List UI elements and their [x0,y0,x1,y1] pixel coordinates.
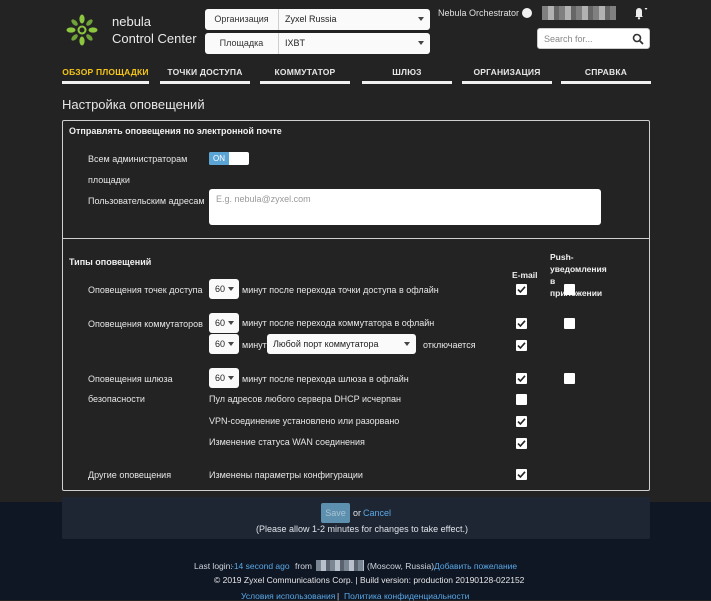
push-column-header: Push- [550,252,574,262]
wan-status-text: Изменение статуса WAN соединения [209,437,365,447]
custom-addresses-label: Пользовательским адресам [88,196,205,206]
site-select[interactable]: Площадка IXBT [205,33,430,54]
chevron-down-icon [228,287,234,291]
email-section-title: Отправлять оповещения по электронной поч… [69,126,282,136]
checkmark-icon [517,418,526,426]
checkmark-icon [517,286,526,294]
port-email-checkbox[interactable] [516,340,527,351]
from-text: from [295,561,312,571]
all-admins-label: Всем администраторам [88,154,188,164]
custom-addresses-field[interactable] [209,189,601,225]
config-changed-text: Изменены параметры конфигурации [209,470,363,480]
ap-offline-text: минут после перехода точки доступа в офл… [242,285,439,295]
switch-push-checkbox[interactable] [564,318,575,329]
gateway-alerts-label: Оповещения шлюза [88,374,173,384]
tab-access-points[interactable]: ТОЧКИ ДОСТУПА [160,64,250,84]
toggle-on-label: ON [209,152,229,165]
checkmark-icon [517,342,526,350]
other-alerts-label: Другие оповещения [88,470,172,480]
save-button[interactable]: Save [321,503,350,523]
login-location: (Moscow, Russia). [367,561,437,571]
switch-minutes-select[interactable]: 60 [209,313,239,333]
gateway-minutes-value: 60 [215,373,226,383]
copyright-text: © 2019 Zyxel Communications Corp. | Buil… [214,575,525,585]
search-box[interactable] [537,28,650,49]
gateway-minutes-select[interactable]: 60 [209,368,239,388]
page-title: Настройка оповещений [62,97,205,112]
ap-email-checkbox[interactable] [516,284,527,295]
port-minutes-select[interactable]: 60 [209,334,239,354]
push-column-header-2: уведомления [550,264,607,274]
port-minutes-value: 60 [215,339,226,349]
switch-email-checkbox[interactable] [516,318,527,329]
tab-help[interactable]: СПРАВКА [561,64,651,84]
push-column-header-3: в [550,276,556,286]
site-label: Площадка [205,33,279,54]
apply-delay-note: (Please allow 1-2 minutes for changes to… [256,524,468,534]
vpn-email-checkbox[interactable] [516,416,527,427]
tab-switch[interactable]: КОММУТАТОР [260,64,350,84]
vpn-status-text: VPN-соединение установлено или разорвано [209,416,400,426]
port-minutes-text: минут [242,340,267,350]
organization-select[interactable]: Организация Zyxel Russia [205,9,430,30]
brand-name: nebula [112,14,152,29]
dhcp-email-checkbox[interactable] [516,394,527,405]
ap-minutes-value: 60 [215,284,226,294]
gateway-offline-text: минут после перехода шлюза в офлайн [242,374,409,384]
dhcp-exhausted-text: Пул адресов любого сервера DHCP исчерпан [209,394,401,404]
email-column-header: E-mail [512,270,538,280]
orchestrator-link[interactable]: Nebula Orchestrator [438,8,519,18]
push-column-header-4: приложении [550,288,603,298]
checkmark-icon [517,375,526,383]
switch-offline-text: минут после перехода коммутатора в офлай… [242,318,435,328]
checkmark-icon [517,320,526,328]
ap-push-checkbox[interactable] [564,284,575,295]
custom-addresses-input[interactable] [209,189,601,225]
brand-subtitle: Control Center [112,31,197,46]
gateway-push-checkbox[interactable] [564,373,575,384]
search-input[interactable] [544,31,632,46]
config-email-checkbox[interactable] [516,469,527,480]
or-text: or [353,508,362,518]
tab-site-overview[interactable]: ОБЗОР ПЛОЩАДКИ [62,64,149,84]
chevron-down-icon [418,41,424,45]
port-disconnect-text: отключается [423,340,476,350]
add-wish-link[interactable]: Добавить пожелание [434,561,517,571]
tab-gateway[interactable]: ШЛЮЗ [362,64,452,84]
switch-alerts-label: Оповещения коммутаторов [88,319,203,329]
gateway-alerts-label-2: безопасности [88,394,145,404]
checkmark-icon [517,440,526,448]
alert-types-title: Типы оповещений [69,257,152,267]
all-admins-toggle[interactable]: ON [209,152,249,165]
alerts-panel [62,120,650,491]
wan-email-checkbox[interactable] [516,438,527,449]
user-account-redacted[interactable] [542,6,616,20]
cancel-link[interactable]: Cancel [363,508,391,518]
switch-minutes-value: 60 [215,318,226,328]
chevron-down-icon [228,321,234,325]
search-icon[interactable] [632,33,644,45]
switch-port-select[interactable]: Любой порт коммутатора [267,334,416,354]
chevron-down-icon [404,342,410,346]
organization-value: Zyxel Russia [285,14,337,24]
site-value: IXBT [285,38,306,48]
chevron-down-icon [228,376,234,380]
gateway-email-checkbox[interactable] [516,373,527,384]
ip-address-redacted [316,560,364,571]
chevron-down-icon [418,17,424,21]
chevron-down-icon [228,342,234,346]
checkmark-icon [517,471,526,479]
ap-minutes-select[interactable]: 60 [209,279,239,299]
user-avatar[interactable] [522,8,532,18]
last-login-time[interactable]: -14 second ago [231,561,290,571]
bell-icon[interactable] [630,4,648,20]
section-divider [62,238,650,239]
tab-organization[interactable]: ОРГАНИЗАЦИЯ [462,64,552,84]
all-admins-label-2: площадки [88,175,130,185]
organization-label: Организация [205,9,279,30]
switch-port-value: Любой порт коммутатора [273,339,379,349]
nebula-logo-icon[interactable] [66,14,98,46]
last-login-label: Last login: [194,561,233,571]
ap-alerts-label: Оповещения точек доступа [88,285,203,295]
